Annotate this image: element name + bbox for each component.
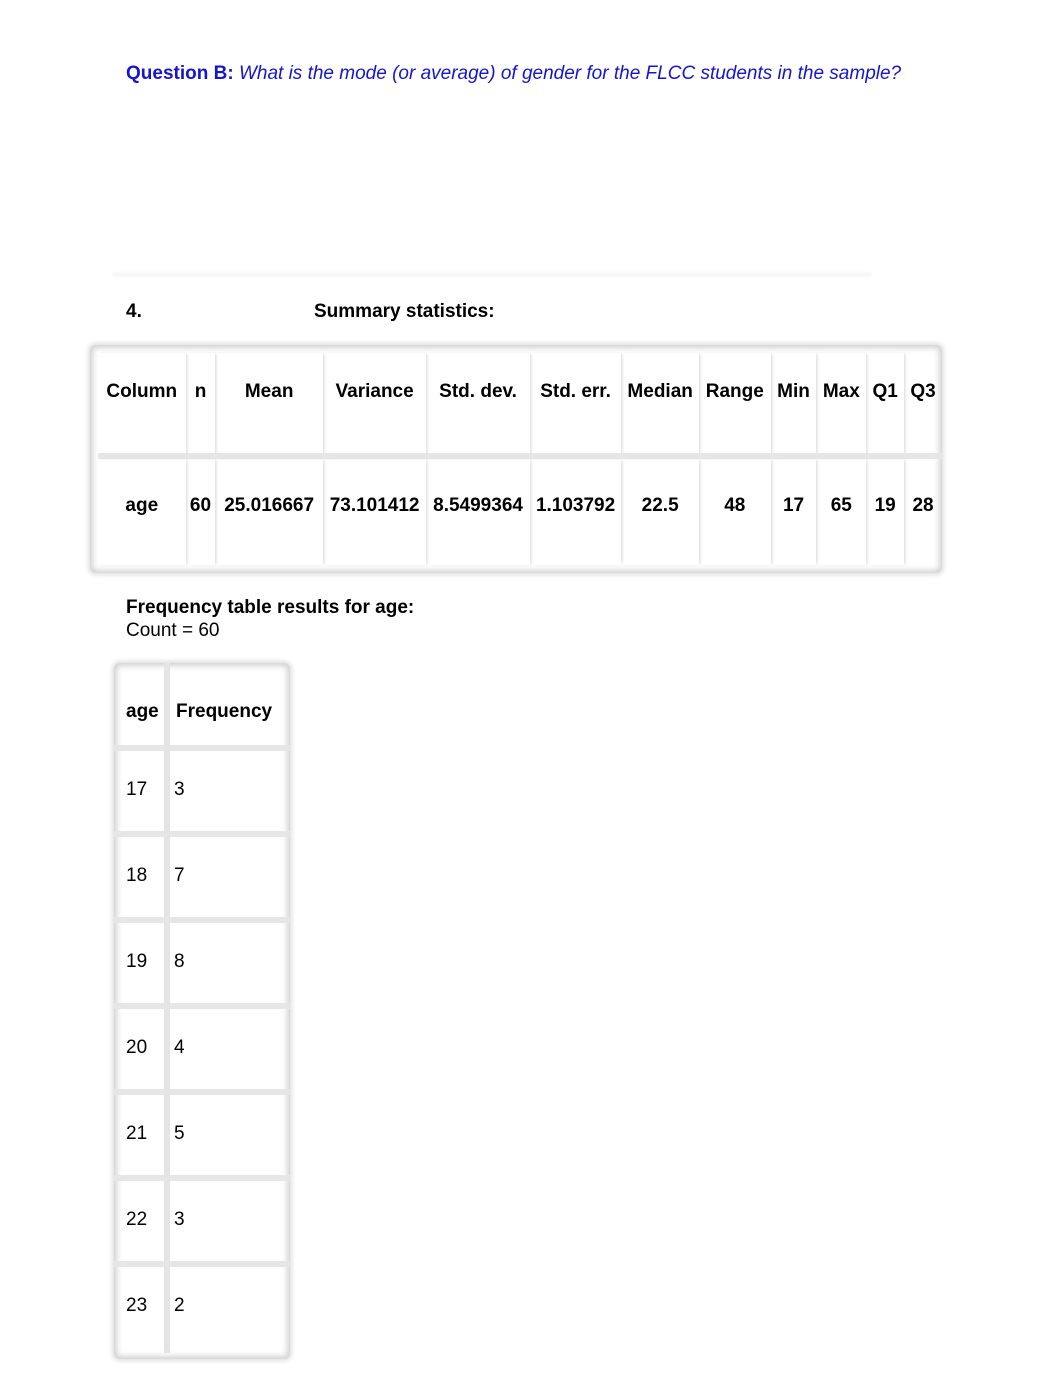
header-variance: Variance bbox=[322, 353, 427, 459]
header-q3: Q3 bbox=[904, 353, 942, 459]
table-row: 18 7 bbox=[114, 837, 290, 923]
table-row: 22 3 bbox=[114, 1181, 290, 1267]
header-min: Min bbox=[770, 353, 817, 459]
header-max: Max bbox=[816, 353, 867, 459]
header-column: Column bbox=[98, 353, 186, 459]
header-age: age bbox=[114, 663, 170, 751]
cell-frequency: 3 bbox=[170, 1181, 290, 1267]
cell-age: 23 bbox=[114, 1267, 170, 1353]
header-median: Median bbox=[621, 353, 699, 459]
summary-header-row: Column n Mean Variance Std. dev. Std. er… bbox=[98, 353, 942, 459]
cell-frequency: 8 bbox=[170, 923, 290, 1009]
cell-column: age bbox=[98, 459, 186, 565]
cell-frequency: 4 bbox=[170, 1009, 290, 1095]
frequency-table-title: Frequency table results for age: bbox=[126, 597, 415, 618]
cell-age: 19 bbox=[114, 923, 170, 1009]
section-divider bbox=[112, 273, 872, 277]
header-std-dev: Std. dev. bbox=[426, 353, 530, 459]
cell-median: 22.5 bbox=[621, 459, 699, 565]
table-row: 23 2 bbox=[114, 1267, 290, 1353]
cell-age: 22 bbox=[114, 1181, 170, 1267]
cell-age: 17 bbox=[114, 751, 170, 837]
cell-variance: 73.101412 bbox=[323, 459, 426, 565]
frequency-count: Count = 60 bbox=[126, 620, 220, 641]
cell-q1: 19 bbox=[866, 459, 904, 565]
section-number: 4. bbox=[126, 301, 142, 322]
summary-table: Column n Mean Variance Std. dev. Std. er… bbox=[98, 353, 942, 565]
cell-range: 48 bbox=[699, 459, 771, 565]
question-b: Question B: What is the mode (or average… bbox=[126, 62, 916, 85]
table-row: 19 8 bbox=[114, 923, 290, 1009]
frequency-table-grid: age Frequency 17 3 18 7 19 8 20 4 21 5 2… bbox=[114, 663, 290, 1353]
table-row: 17 3 bbox=[114, 751, 290, 837]
cell-frequency: 2 bbox=[174, 1295, 185, 1316]
cell-age: 20 bbox=[114, 1009, 170, 1095]
header-frequency: Frequency bbox=[170, 663, 290, 751]
cell-n: 60 bbox=[186, 459, 216, 565]
question-label: Question B: bbox=[126, 63, 234, 84]
cell-frequency: 5 bbox=[170, 1095, 290, 1181]
frequency-table: age Frequency 17 3 18 7 19 8 20 4 21 5 2… bbox=[114, 663, 290, 1359]
header-q1: Q1 bbox=[866, 353, 905, 459]
header-std-err: Std. err. bbox=[529, 353, 622, 459]
cell-age: 21 bbox=[114, 1095, 170, 1181]
cell-frequency: 3 bbox=[170, 751, 290, 837]
summary-row: age 60 25.016667 73.101412 8.5499364 1.1… bbox=[98, 459, 942, 565]
cell-age: 18 bbox=[114, 837, 170, 923]
table-row: 20 4 bbox=[114, 1009, 290, 1095]
cell-frequency: 7 bbox=[170, 837, 290, 923]
cell-min: 17 bbox=[771, 459, 817, 565]
cell-std-dev: 8.5499364 bbox=[426, 459, 529, 565]
summary-statistics-table: Column n Mean Variance Std. dev. Std. er… bbox=[90, 345, 942, 573]
table-row: 21 5 bbox=[114, 1095, 290, 1181]
cell-q3: 28 bbox=[912, 495, 934, 516]
question-text: What is the mode (or average) of gender … bbox=[233, 63, 902, 84]
section-title: Summary statistics: bbox=[314, 301, 495, 322]
header-range: Range bbox=[698, 353, 771, 459]
cell-mean: 25.016667 bbox=[215, 459, 322, 565]
cell-max: 65 bbox=[816, 459, 866, 565]
header-mean: Mean bbox=[215, 353, 323, 459]
cell-std-err: 1.103792 bbox=[530, 459, 622, 565]
frequency-header-row: age Frequency bbox=[114, 663, 290, 751]
header-n: n bbox=[185, 353, 216, 459]
